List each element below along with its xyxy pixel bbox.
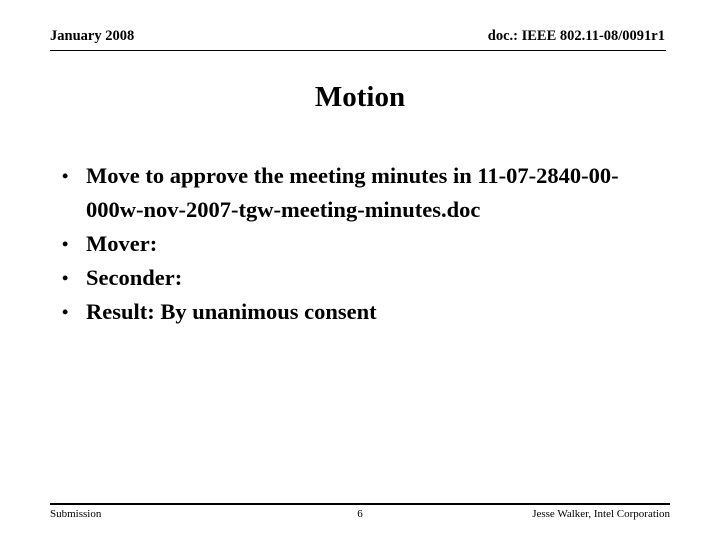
bullet-icon: • (62, 268, 69, 288)
bullet-icon: • (62, 234, 69, 254)
header-document-number: doc.: IEEE 802.11-08/0091r1 (487, 28, 665, 44)
list-item: • Mover: (50, 227, 675, 261)
bullet-icon: • (62, 166, 69, 186)
list-item-text: Seconder: (86, 265, 183, 290)
footer-submission-label: Submission (50, 508, 102, 520)
bullet-list: • Move to approve the meeting minutes in… (50, 159, 675, 329)
list-item-text: Result: By unanimous consent (86, 299, 377, 324)
page-title: Motion (314, 81, 406, 113)
list-item: • Move to approve the meeting minutes in… (50, 159, 675, 227)
slide-header: January 2008 doc.: IEEE 802.11-08/0091r1 (50, 28, 666, 51)
header-date: January 2008 (50, 28, 135, 44)
list-item: • Result: By unanimous consent (50, 295, 675, 329)
footer-author: Jesse Walker, Intel Corporation (532, 508, 670, 520)
list-item-text: Move to approve the meeting minutes in 1… (86, 163, 619, 222)
bullet-icon: • (62, 302, 69, 322)
slide-footer: Submission 6 Jesse Walker, Intel Corpora… (50, 503, 670, 527)
slide: January 2008 doc.: IEEE 802.11-08/0091r1… (0, 0, 720, 540)
footer-page-number: 6 (357, 508, 363, 520)
list-item: • Seconder: (50, 261, 675, 295)
list-item-text: Mover: (86, 231, 158, 256)
